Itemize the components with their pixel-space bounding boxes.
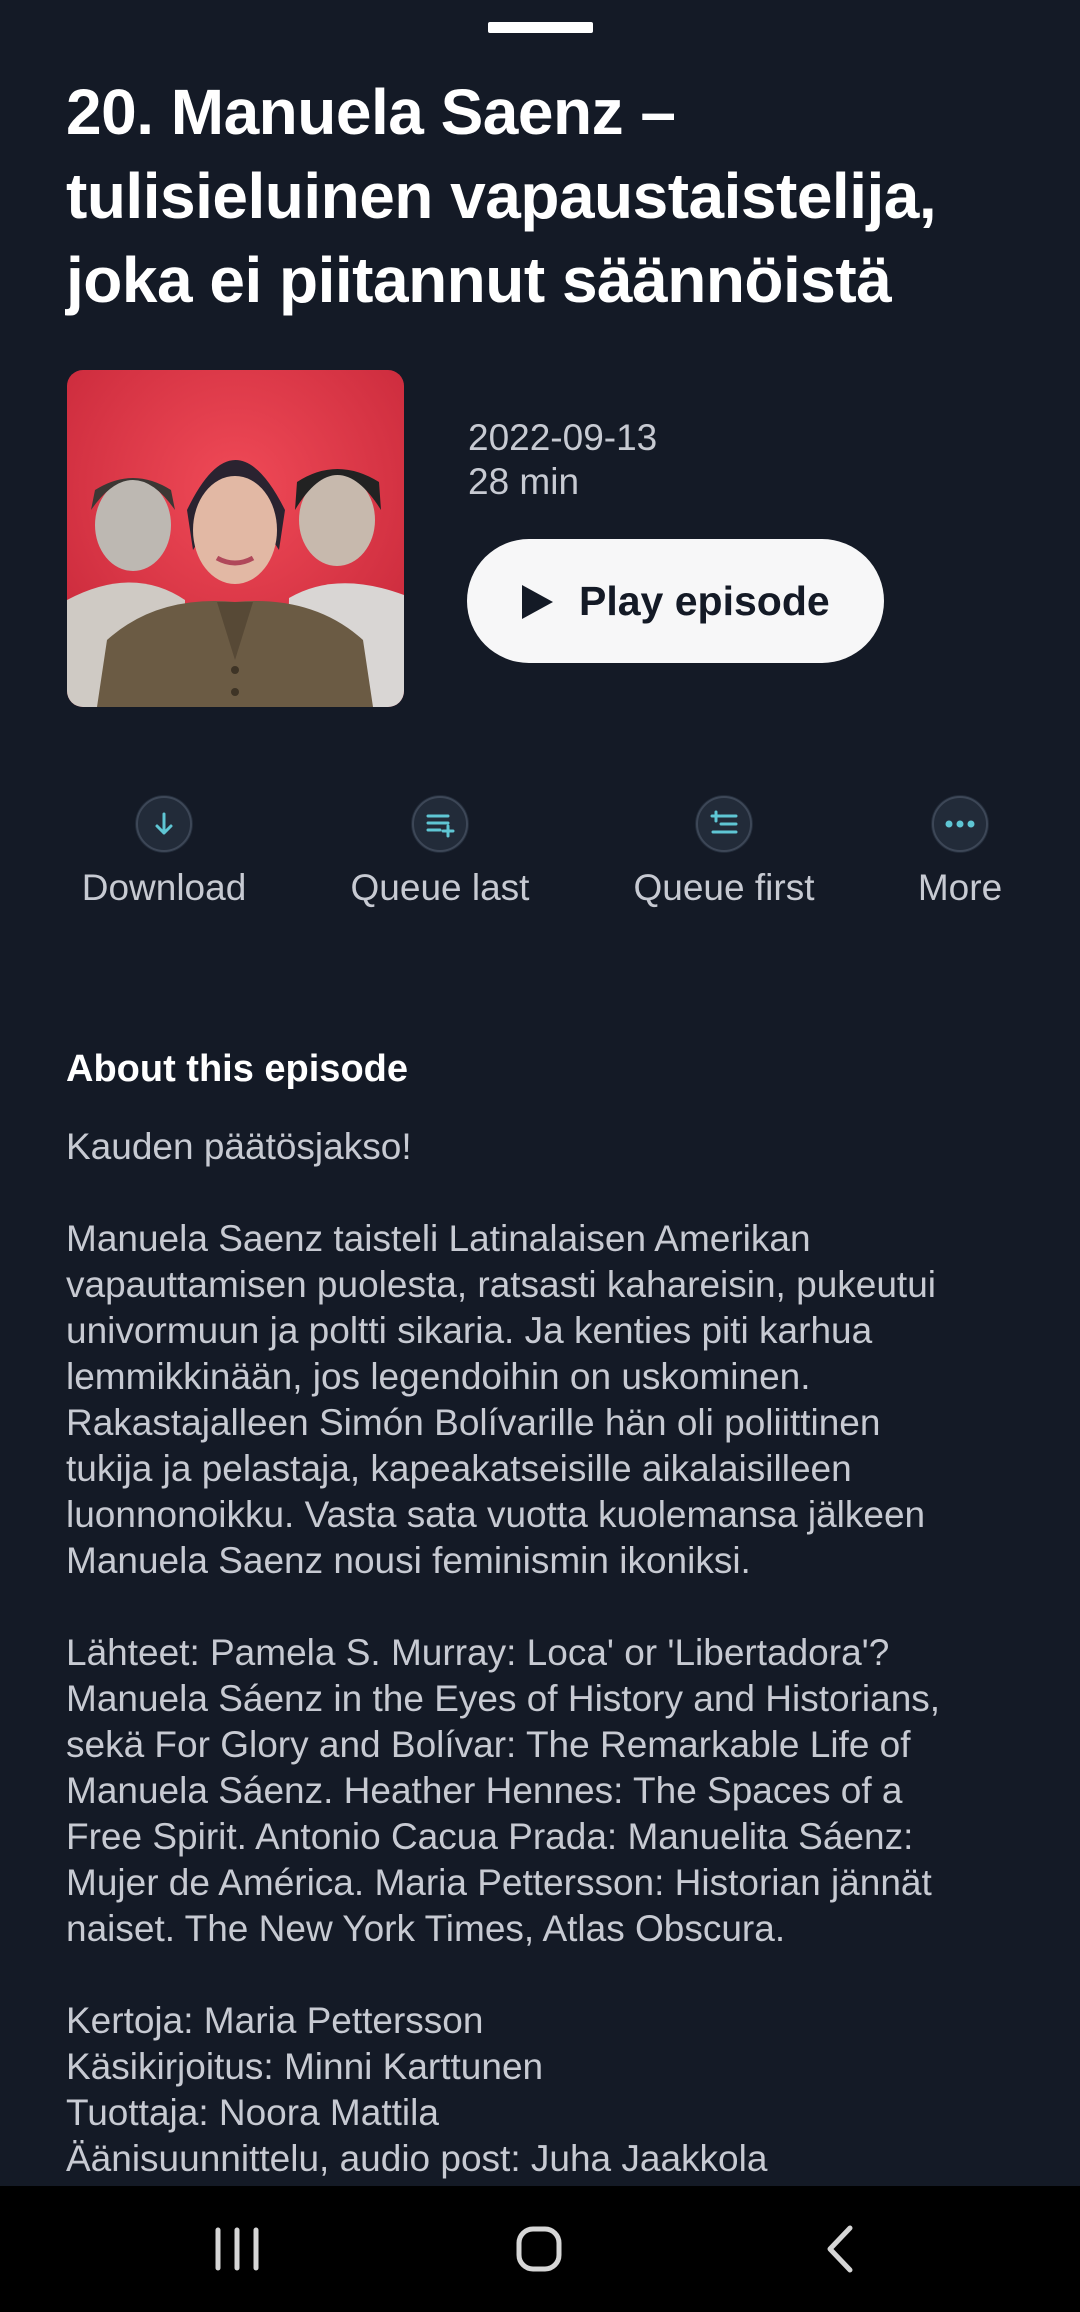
back-icon [827, 2225, 853, 2273]
home-icon [516, 2226, 562, 2272]
more-label: More [917, 867, 1003, 908]
episode-date: 2022-09-13 [468, 417, 658, 458]
recent-apps-button[interactable] [192, 2204, 282, 2294]
description-line: Kertoja: Maria Pettersson [66, 2000, 484, 2041]
queue-first-button[interactable]: Queue first [614, 795, 834, 909]
queue-last-button[interactable]: Queue last [330, 795, 550, 909]
description-line: Kauden päätösjakso! [66, 1126, 412, 1167]
play-icon [522, 585, 553, 619]
description-line: Free Spirit. Antonio Cacua Prada: Manuel… [66, 1816, 914, 1857]
download-label: Download [81, 867, 247, 908]
back-button[interactable] [796, 2204, 886, 2294]
sheet-drag-handle[interactable] [488, 22, 593, 33]
episode-title: 20. Manuela Saenz – tulisieluinen vapaus… [66, 70, 1026, 322]
queue-last-label: Queue last [350, 867, 530, 908]
description-line: Tuottaja: Noora Mattila [66, 2092, 439, 2133]
episode-title-line: 20. Manuela Saenz – [66, 76, 676, 148]
description-line: Manuela Sáenz in the Eyes of History and… [66, 1678, 941, 1719]
description-line: Manuela Sáenz. Heather Hennes: The Space… [66, 1770, 903, 1811]
description-line: Lähteet: Pamela S. Murray: Loca' or 'Lib… [66, 1632, 890, 1673]
description-line: Manuela Saenz taisteli Latinalaisen Amer… [66, 1218, 811, 1259]
recent-apps-icon [215, 2227, 259, 2271]
download-icon [135, 795, 193, 853]
episode-description: Kauden päätösjakso! Manuela Saenz taiste… [66, 1124, 1026, 2182]
queue-first-label: Queue first [633, 867, 815, 908]
download-button[interactable]: Download [54, 795, 274, 909]
description-line: sekä For Glory and Bolívar: The Remarkab… [66, 1724, 911, 1765]
episode-duration: 28 min [468, 461, 580, 502]
description-line: Mujer de América. Maria Pettersson: Hist… [66, 1862, 932, 1903]
play-episode-label: Play episode [579, 578, 830, 624]
description-line: Rakastajalleen Simón Bolívarille hän oli… [66, 1402, 881, 1443]
play-episode-button[interactable]: Play episode [467, 539, 884, 663]
episode-meta: 2022-09-13 28 min [468, 416, 657, 504]
episode-cover-image [67, 370, 404, 707]
description-line: vapauttamisen puolesta, ratsasti kaharei… [66, 1264, 937, 1305]
description-line: lemmikkinään, jos legendoihin on uskomin… [66, 1356, 811, 1397]
description-line: univormuun ja poltti sikaria. Ja kenties… [66, 1310, 873, 1351]
more-button[interactable]: More [850, 795, 1070, 909]
episode-title-line: joka ei piitannut säännöistä [66, 244, 892, 316]
queue-last-icon [411, 795, 469, 853]
episode-title-line: tulisieluinen vapaustaistelija, [66, 160, 937, 232]
home-button[interactable] [494, 2204, 584, 2294]
description-line: naiset. The New York Times, Atlas Obscur… [66, 1908, 786, 1949]
description-line: Manuela Saenz nousi feminismin ikoniksi. [66, 1540, 751, 1581]
about-heading: About this episode [66, 1048, 408, 1090]
description-line: Äänisuunnittelu, audio post: Juha Jaakko… [66, 2138, 768, 2179]
description-line: Käsikirjoitus: Minni Karttunen [66, 2046, 544, 2087]
system-navigation-bar [0, 2186, 1080, 2312]
description-line: luonnonoikku. Vasta sata vuotta kuoleman… [66, 1494, 926, 1535]
queue-first-icon [695, 795, 753, 853]
description-line: tukija ja pelastaja, kapeakatseisille ai… [66, 1448, 852, 1489]
more-icon [931, 795, 989, 853]
